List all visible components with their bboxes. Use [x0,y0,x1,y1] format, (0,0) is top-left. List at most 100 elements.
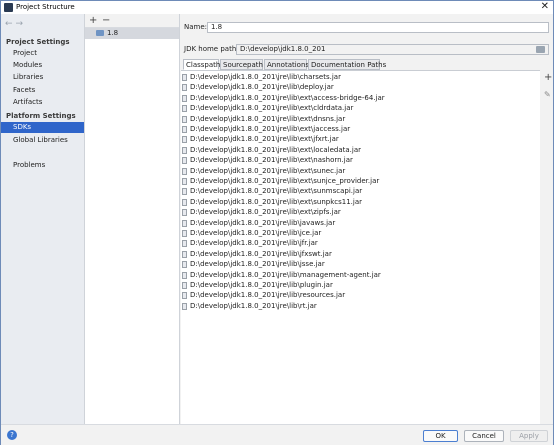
tab-annotations[interactable]: Annotations [264,59,309,70]
sidebar-item-sdks[interactable]: SDKs [1,122,84,133]
list-item-label: D:\develop\jdk1.8.0_201\jre\lib\ext\sunp… [190,197,363,206]
list-item[interactable]: D:\develop\jdk1.8.0_201\jre\lib\jsse.jar [181,259,540,269]
name-label: Name: [184,23,208,31]
jar-file-icon [182,230,187,237]
list-item[interactable]: D:\develop\jdk1.8.0_201\jre\lib\resource… [181,290,540,300]
list-item[interactable]: D:\develop\jdk1.8.0_201\jre\lib\jfxswt.j… [181,249,540,259]
list-item-label: D:\develop\jdk1.8.0_201\jre\lib\ext\nash… [190,156,353,165]
list-item-label: D:\develop\jdk1.8.0_201\jre\lib\ext\jfxr… [190,135,339,144]
jar-file-icon [182,219,187,227]
sdk-detail-pane: Name: 1.8 JDK home path: D:\develop\jdk1… [180,14,553,425]
jar-file-icon [182,250,187,258]
project-settings-header: Project Settings [6,38,70,46]
sdk-list-item[interactable]: 1.8 [85,28,179,39]
list-item[interactable]: D:\develop\jdk1.8.0_201\jre\lib\ext\nash… [181,155,540,165]
sidebar-item-modules[interactable]: Modules [1,60,84,71]
tab-sourcepath[interactable]: Sourcepath [220,59,263,70]
list-item-label: D:\develop\jdk1.8.0_201\jre\lib\ext\sunj… [190,177,380,185]
sidebar-item-problems[interactable]: Problems [1,160,84,171]
jar-file-icon [182,302,187,310]
list-item[interactable]: D:\develop\jdk1.8.0_201\jre\lib\deploy.j… [181,82,540,92]
list-item[interactable]: D:\develop\jdk1.8.0_201\jre\lib\ext\zipf… [181,207,540,217]
classpath-list[interactable]: D:\develop\jdk1.8.0_201\jre\lib\charsets… [181,70,540,425]
settings-sidebar: ←→ Project Settings Project Modules Libr… [1,14,85,424]
edit-icon[interactable]: ✎ [544,90,551,99]
list-item-label: D:\develop\jdk1.8.0_201\jre\lib\jce.jar [190,229,322,237]
list-item-label: D:\develop\jdk1.8.0_201\jre\lib\ext\jacc… [190,125,351,133]
jar-file-icon [182,136,187,144]
remove-sdk-button[interactable]: − [102,14,110,27]
list-item[interactable]: D:\develop\jdk1.8.0_201\jre\lib\plugin.j… [181,280,540,290]
list-item-label: D:\develop\jdk1.8.0_201\jre\lib\ext\sune… [190,166,346,175]
list-item-label: D:\develop\jdk1.8.0_201\jre\lib\rt.jar [190,301,317,310]
add-classpath-button[interactable]: + [544,72,552,83]
apply-button[interactable]: Apply [510,430,548,442]
sdk-item-label: 1.8 [107,29,119,37]
list-item-label: D:\develop\jdk1.8.0_201\jre\lib\ext\acce… [190,93,385,102]
jar-file-icon [182,240,187,248]
list-item[interactable]: D:\develop\jdk1.8.0_201\jre\lib\jce.jar [181,228,540,238]
jar-file-icon [182,105,187,113]
help-icon[interactable]: ? [7,430,17,440]
list-item[interactable]: D:\develop\jdk1.8.0_201\jre\lib\ext\sunp… [181,197,540,207]
jar-file-icon [182,146,187,154]
list-item-label: D:\develop\jdk1.8.0_201\jre\lib\ext\dnsn… [190,114,346,123]
list-item[interactable]: D:\develop\jdk1.8.0_201\jre\lib\ext\cldr… [181,103,540,113]
list-item-label: D:\develop\jdk1.8.0_201\jre\lib\manageme… [190,270,381,279]
jar-file-icon [182,74,187,81]
tab-documentation-paths[interactable]: Documentation Paths [308,59,386,70]
sdk-list-pane: + − 1.8 [85,14,180,424]
nav-arrows: ←→ [5,19,26,29]
sdk-name-field[interactable]: 1.8 [207,22,549,33]
list-item[interactable]: D:\develop\jdk1.8.0_201\jre\lib\ext\jacc… [181,124,540,134]
sidebar-item-artifacts[interactable]: Artifacts [1,97,84,108]
jar-file-icon [182,84,187,92]
jdk-home-path-field[interactable]: D:\develop\jdk1.8.0_201 [236,44,549,55]
forward-arrow-icon[interactable]: → [16,19,27,29]
jar-file-icon [182,157,187,165]
sidebar-item-project[interactable]: Project [1,48,84,59]
list-item[interactable]: D:\develop\jdk1.8.0_201\jre\lib\ext\dnsn… [181,114,540,124]
jar-file-icon [182,167,187,175]
jar-file-icon [182,271,187,279]
sidebar-item-global-libraries[interactable]: Global Libraries [1,135,84,146]
jar-file-icon [182,198,187,206]
jar-file-icon [182,188,187,196]
classpath-toolbar: + ✎ [542,70,553,424]
list-item[interactable]: D:\develop\jdk1.8.0_201\jre\lib\charsets… [181,72,540,82]
ok-button[interactable]: OK [423,430,458,442]
browse-folder-icon[interactable] [536,46,545,53]
window-title: Project Structure [16,3,75,11]
list-item[interactable]: D:\develop\jdk1.8.0_201\jre\lib\ext\acce… [181,93,540,103]
list-item[interactable]: D:\develop\jdk1.8.0_201\jre\lib\jfr.jar [181,238,540,248]
jar-file-icon [182,126,187,133]
title-bar: Project Structure ✕ [1,1,553,14]
list-item-label: D:\develop\jdk1.8.0_201\jre\lib\jfr.jar [190,239,318,248]
sdk-list-toolbar: + − [85,14,179,28]
back-arrow-icon[interactable]: ← [5,19,16,29]
sidebar-item-facets[interactable]: Facets [1,85,84,96]
sidebar-item-libraries[interactable]: Libraries [1,72,84,83]
list-item[interactable]: D:\develop\jdk1.8.0_201\jre\lib\javaws.j… [181,218,540,228]
list-item[interactable]: D:\develop\jdk1.8.0_201\jre\lib\ext\sunj… [181,176,540,186]
tab-classpath[interactable]: Classpath [183,59,220,70]
jar-file-icon [182,261,187,269]
list-item-label: D:\develop\jdk1.8.0_201\jre\lib\ext\sunm… [190,187,363,196]
list-item[interactable]: D:\develop\jdk1.8.0_201\jre\lib\ext\loca… [181,145,540,155]
list-item[interactable]: D:\develop\jdk1.8.0_201\jre\lib\ext\jfxr… [181,134,540,144]
cancel-button[interactable]: Cancel [464,430,504,442]
list-item[interactable]: D:\develop\jdk1.8.0_201\jre\lib\ext\sune… [181,166,540,176]
add-sdk-button[interactable]: + [89,14,97,27]
list-item[interactable]: D:\develop\jdk1.8.0_201\jre\lib\ext\sunm… [181,186,540,196]
list-item[interactable]: D:\develop\jdk1.8.0_201\jre\lib\rt.jar [181,301,540,311]
jar-file-icon [182,292,187,300]
close-icon[interactable]: ✕ [541,1,549,12]
list-item-label: D:\develop\jdk1.8.0_201\jre\lib\plugin.j… [190,281,333,289]
list-item[interactable]: D:\develop\jdk1.8.0_201\jre\lib\manageme… [181,270,540,280]
dialog-footer: ? OK Cancel Apply [1,424,553,445]
intellij-icon [4,3,13,12]
jar-file-icon [182,94,187,102]
list-item-label: D:\develop\jdk1.8.0_201\jre\lib\ext\loca… [190,145,361,154]
list-item-label: D:\develop\jdk1.8.0_201\jre\lib\charsets… [190,73,341,81]
list-item-label: D:\develop\jdk1.8.0_201\jre\lib\resource… [190,291,346,300]
